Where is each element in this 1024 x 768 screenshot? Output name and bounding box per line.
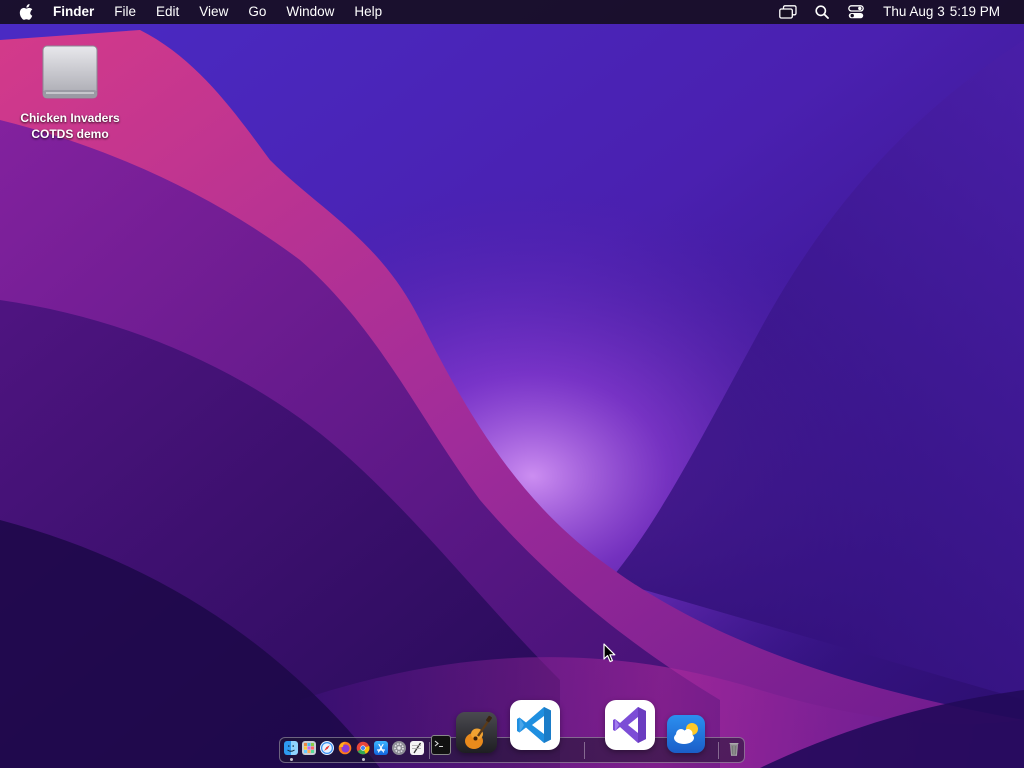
desktop-item-label-line2: COTDS demo — [31, 127, 109, 141]
menu-bar: Finder File Edit View Go Window Help Thu… — [0, 0, 1024, 24]
dock-firefox-icon[interactable] — [338, 741, 352, 755]
clock-time: 5:19 PM — [949, 4, 1000, 19]
desktop-wallpaper — [0, 0, 1024, 768]
menu-window[interactable]: Window — [276, 0, 344, 24]
menu-go[interactable]: Go — [238, 0, 276, 24]
dock-chrome-icon[interactable] — [356, 741, 370, 755]
dock-separator — [584, 742, 585, 759]
menubar-clock[interactable]: Thu Aug 3 5:19 PM — [873, 0, 1024, 24]
menu-edit[interactable]: Edit — [146, 0, 189, 24]
dock-running-indicator — [289, 758, 293, 761]
dock-app-store-icon[interactable] — [374, 741, 388, 755]
desktop-item-label-line1: Chicken Invaders — [20, 111, 120, 125]
dock-terminal-icon[interactable] — [431, 735, 451, 755]
dock-textedit-icon[interactable] — [410, 741, 424, 755]
menu-help[interactable]: Help — [344, 0, 392, 24]
dock-safari-icon[interactable] — [320, 741, 334, 755]
screen-mirroring-icon[interactable] — [771, 0, 805, 24]
desktop-screen: Finder File Edit View Go Window Help Thu… — [0, 0, 1024, 768]
dock-launchpad-icon[interactable] — [302, 741, 316, 755]
menu-file[interactable]: File — [104, 0, 146, 24]
dock-separator — [718, 742, 719, 759]
external-drive-icon — [42, 45, 98, 99]
dock-separator — [429, 742, 430, 759]
desktop-item-chicken-invaders[interactable]: Chicken Invaders COTDS demo — [12, 42, 128, 142]
dock-running-indicator — [361, 758, 365, 761]
dock-finder-icon[interactable] — [284, 741, 298, 755]
dock-garageband-icon[interactable] — [456, 712, 497, 753]
dock-weather-icon[interactable] — [667, 715, 705, 753]
control-center-icon[interactable] — [839, 0, 873, 24]
dock-system-preferences-icon[interactable] — [392, 741, 406, 755]
dock-vscode-icon[interactable] — [510, 700, 560, 750]
menu-view[interactable]: View — [189, 0, 238, 24]
mouse-cursor-icon — [603, 643, 616, 663]
dock-visual-studio-icon[interactable] — [605, 700, 655, 750]
apple-logo-icon[interactable] — [0, 0, 52, 24]
spotlight-search-icon[interactable] — [805, 0, 839, 24]
app-menu-finder[interactable]: Finder — [52, 0, 104, 24]
clock-date: Thu Aug 3 — [883, 4, 945, 19]
desktop-item-label: Chicken Invaders COTDS demo — [12, 110, 128, 142]
dock-trash-icon[interactable] — [727, 741, 741, 756]
